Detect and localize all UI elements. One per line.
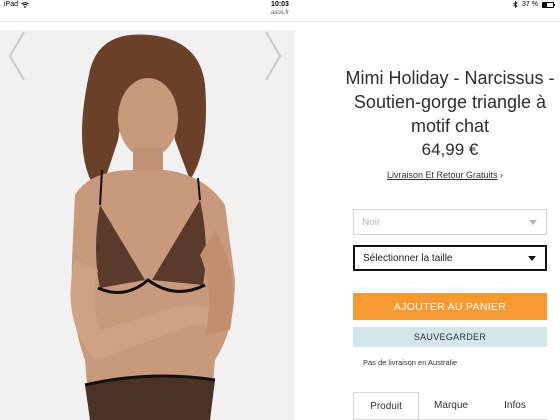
add-to-cart-button[interactable]: AJOUTER AU PANIER xyxy=(353,293,547,320)
chevron-right-icon[interactable] xyxy=(262,30,284,82)
battery-icon xyxy=(542,1,555,8)
chevron-right-small-icon: › xyxy=(500,170,504,180)
color-select-value: Noir xyxy=(362,216,381,228)
battery-percentage: 37 % xyxy=(522,1,538,8)
product-tabs: Produit Marque Infos xyxy=(353,392,547,420)
tab-marque[interactable]: Marque xyxy=(419,392,483,419)
chevron-down-icon xyxy=(528,256,536,261)
delivery-note: Pas de livraison en Australie xyxy=(363,358,458,367)
bluetooth-icon xyxy=(513,1,518,8)
size-select[interactable]: Sélectionner la taille xyxy=(353,245,547,271)
product-photo-illustration xyxy=(0,30,295,420)
status-right: 37 % xyxy=(513,1,555,8)
free-shipping-label: Livraison Et Retour Gratuits xyxy=(386,170,498,180)
status-bar: iPad 10:03 37 % xyxy=(0,0,560,10)
product-price: 64,99 € xyxy=(421,140,479,159)
product-title: Mimi Holiday - Narcissus - Soutien-gorge… xyxy=(345,68,555,136)
color-select[interactable]: Noir xyxy=(353,209,547,235)
size-select-value: Sélectionner la taille xyxy=(363,252,453,264)
save-button[interactable]: SAUVEGARDER xyxy=(353,327,547,347)
free-shipping-link[interactable]: Livraison Et Retour Gratuits › xyxy=(340,170,550,180)
clock: 10:03 xyxy=(271,1,289,8)
chevron-down-icon xyxy=(529,220,537,225)
tab-infos[interactable]: Infos xyxy=(483,392,547,419)
header-divider xyxy=(0,21,560,22)
url-address[interactable]: asos.fr xyxy=(0,10,560,20)
tab-produit[interactable]: Produit xyxy=(353,392,419,419)
chevron-left-icon[interactable] xyxy=(6,30,28,82)
product-image[interactable] xyxy=(0,30,295,420)
